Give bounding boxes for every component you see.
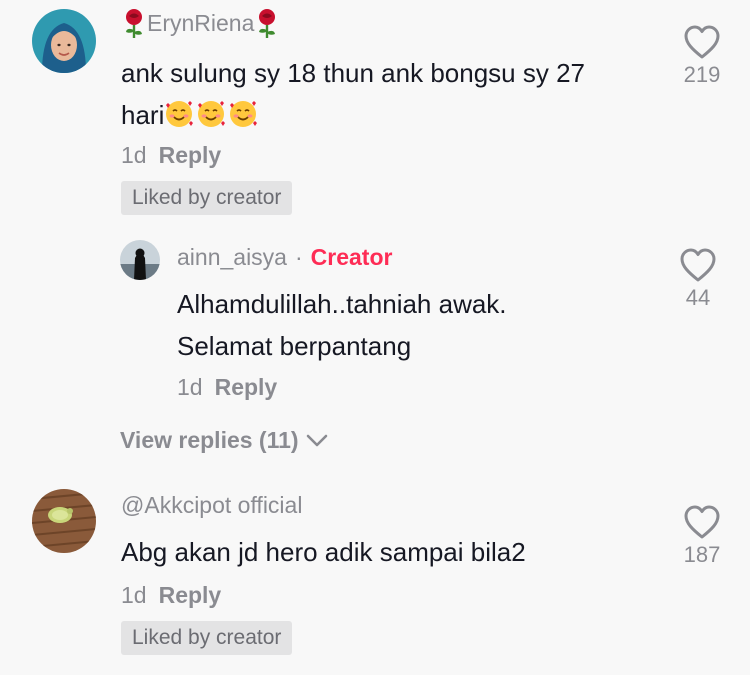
view-replies-label: View replies (11)	[120, 427, 299, 453]
smiling-face-with-hearts-icon	[196, 99, 226, 129]
reply-button[interactable]: Reply	[159, 142, 222, 168]
liked-by-creator-badge: Liked by creator	[121, 181, 293, 215]
liked-by-creator-badge: Liked by creator	[121, 621, 293, 655]
username-text: ErynRiena	[147, 9, 255, 36]
rose-icon	[121, 7, 147, 39]
hijab-woman-avatar-icon	[32, 9, 96, 73]
comment-meta: 1d Reply	[121, 582, 221, 609]
like-count: 219	[683, 62, 721, 87]
like-column: 187	[672, 504, 732, 568]
reply-button[interactable]: Reply	[159, 582, 222, 608]
username-text: @Akkcipot official	[121, 492, 303, 518]
like-column: 44	[668, 247, 728, 311]
avatar[interactable]	[32, 9, 96, 73]
comment-text-fragment: hari	[121, 100, 165, 130]
comment-time: 1d	[121, 142, 147, 168]
comment-text-line: ank sulung sy 18 thun ank bongsu sy 27	[121, 58, 585, 88]
reply-text: Alhamdulillah..tahniah awak. Selamat ber…	[177, 283, 637, 367]
comment-text-line: Abg akan jd hero adik sampai bila2	[121, 537, 526, 567]
comment-username[interactable]: @Akkcipot official	[121, 492, 302, 519]
like-count: 187	[683, 542, 721, 567]
comment-username[interactable]: ErynRiena	[121, 7, 280, 39]
caterpillar-avatar-icon	[32, 489, 96, 553]
reply-text-line: Alhamdulillah..tahniah awak.	[177, 289, 507, 319]
comment-time: 1d	[177, 374, 203, 400]
comments-panel: ErynRiena ank sulung sy 18 thun ank bong…	[0, 0, 750, 675]
like-count: 44	[685, 285, 711, 310]
username-text: ainn_aisya	[177, 244, 287, 270]
heart-icon[interactable]	[683, 24, 721, 60]
comment-time: 1d	[121, 582, 147, 608]
reply-button[interactable]: Reply	[215, 374, 278, 400]
smiling-face-with-hearts-icon	[164, 99, 194, 129]
chevron-down-icon	[306, 434, 327, 446]
creator-tag: Creator	[310, 244, 393, 270]
separator-dot: ·	[294, 244, 303, 270]
avatar[interactable]	[120, 240, 160, 280]
avatar[interactable]	[32, 489, 96, 553]
rose-icon	[254, 7, 280, 39]
comment-meta: 1d Reply	[121, 142, 221, 169]
silhouette-avatar-icon	[120, 240, 160, 280]
smiling-face-with-hearts-icon	[228, 99, 258, 129]
reply-username[interactable]: ainn_aisya · Creator	[177, 244, 392, 271]
view-replies-button[interactable]: View replies (11)	[120, 427, 329, 454]
comment-text: Abg akan jd hero adik sampai bila2	[121, 531, 661, 573]
heart-icon[interactable]	[683, 504, 721, 540]
like-column: 219	[672, 24, 732, 88]
comment-text-line: hari	[121, 94, 661, 136]
reply-meta: 1d Reply	[177, 374, 277, 401]
heart-icon[interactable]	[679, 247, 717, 283]
comment-text: ank sulung sy 18 thun ank bongsu sy 27 h…	[121, 52, 661, 136]
reply-text-line: Selamat berpantang	[177, 331, 412, 361]
